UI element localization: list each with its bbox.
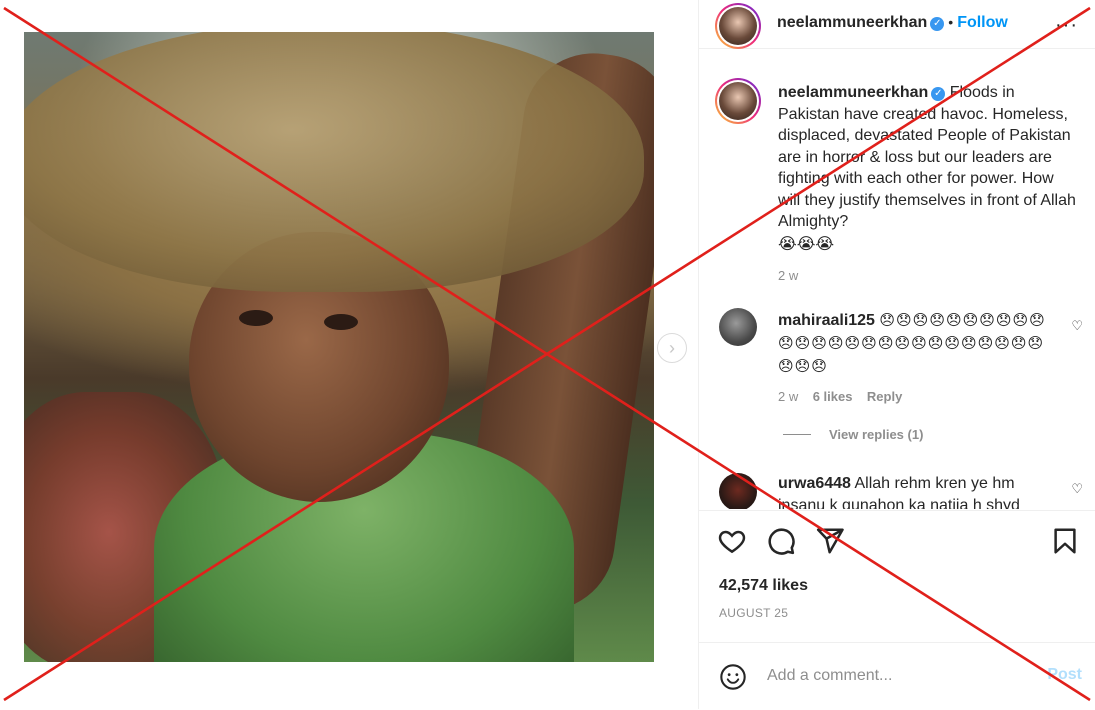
emoji-smiley-icon[interactable]: [719, 663, 747, 691]
author-avatar[interactable]: [715, 3, 761, 49]
header-username[interactable]: neelammuneerkhan: [777, 14, 927, 31]
view-replies-button[interactable]: View replies (1): [783, 427, 923, 442]
caption-text: Floods in Pakistan have created havoc. H…: [778, 84, 1076, 230]
action-bar: [699, 510, 1095, 571]
view-replies-label: View replies (1): [829, 427, 924, 442]
comment-likes[interactable]: 6 likes: [813, 389, 853, 404]
caption-username[interactable]: neelammuneerkhan: [778, 84, 928, 101]
likes-count[interactable]: 42,574 likes: [719, 577, 808, 595]
like-comment-heart-icon[interactable]: ♡: [1071, 481, 1083, 497]
comment-clip: urwa6448 Allah rehm kren ye hm insanu k …: [699, 465, 1095, 509]
caption: neelammuneerkhan ✓ Floods in Pakistan hav…: [778, 82, 1078, 287]
post-comment-button[interactable]: Post: [1047, 666, 1082, 684]
post-header: neelammuneerkhan ✓ • Follow ···: [699, 0, 1095, 49]
more-options-icon[interactable]: ···: [1055, 14, 1078, 37]
save-bookmark-icon[interactable]: [1050, 526, 1080, 556]
comment-bar: Post: [699, 642, 1095, 710]
comment-bubble-icon[interactable]: [766, 526, 796, 556]
next-image-button[interactable]: ›: [657, 333, 687, 363]
post-date: AUGUST 25: [719, 606, 789, 620]
header-line: neelammuneerkhan ✓ • Follow: [777, 14, 1008, 32]
comment-item: urwa6448 Allah rehm kren ye hm insanu k …: [778, 473, 1058, 509]
comment-username[interactable]: mahiraali125: [778, 312, 875, 329]
comment-avatar[interactable]: [719, 473, 757, 509]
comment-item: mahiraali125 😞😞😞😞😞😞😞😞😞😞😞😞😞😞😞😞😞😞😞😞😞😞😞😞😞😞😞…: [778, 309, 1053, 408]
photo-eye-left: [239, 310, 273, 326]
photo-eye-right: [324, 314, 358, 330]
share-send-icon[interactable]: [815, 526, 845, 556]
reply-button[interactable]: Reply: [867, 389, 902, 404]
replies-line: [783, 434, 811, 435]
post-sidebar: neelammuneerkhan ✓ • Follow ··· neelammunee…: [698, 0, 1095, 709]
like-comment-heart-icon[interactable]: ♡: [1071, 318, 1083, 334]
comment-meta: 2 w 6 likes Reply: [778, 386, 1053, 408]
caption-avatar[interactable]: [715, 78, 761, 124]
comment-time: 2 w: [778, 389, 799, 404]
caption-time: 2 w: [778, 268, 799, 283]
photo-hat-shape: [24, 32, 644, 292]
header-separator: •: [948, 14, 954, 30]
caption-emojis: 😭😭😭: [778, 233, 835, 253]
comment-avatar[interactable]: [719, 308, 757, 346]
comment-input[interactable]: [765, 663, 1029, 689]
media-pane: ›: [0, 0, 698, 709]
like-heart-icon[interactable]: [717, 526, 747, 556]
chevron-right-icon: ›: [669, 337, 675, 358]
post-photo[interactable]: [24, 32, 654, 662]
follow-button[interactable]: Follow: [957, 14, 1008, 31]
comment-username[interactable]: urwa6448: [778, 475, 851, 492]
verified-badge-icon: ✓: [930, 17, 945, 31]
verified-badge-icon: ✓: [931, 87, 946, 101]
